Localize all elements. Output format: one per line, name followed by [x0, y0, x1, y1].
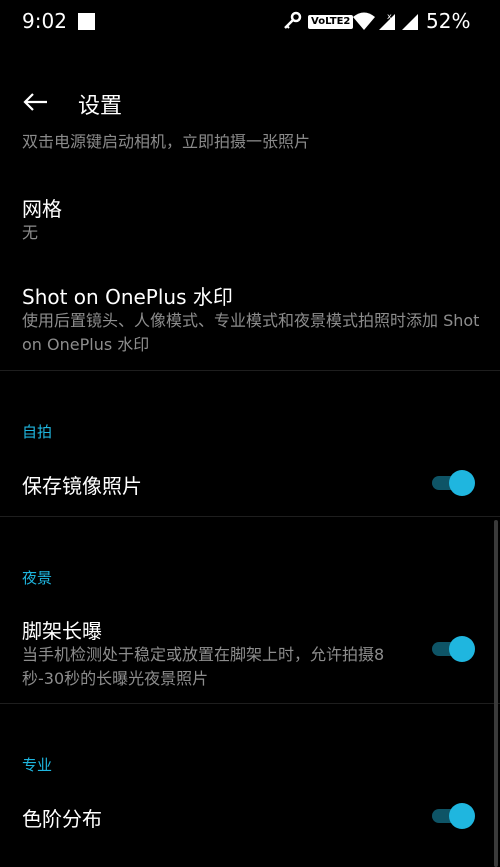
battery-percentage: 52% [426, 9, 471, 33]
toggle-thumb [449, 636, 475, 662]
signal-icon: x [379, 12, 395, 30]
volte-badge: VoLTE2 [308, 15, 354, 29]
watermark-title: Shot on OnePlus 水印 [22, 285, 233, 309]
section-header-night: 夜景 [22, 569, 53, 587]
grid-value: 无 [22, 223, 39, 242]
scrollbar[interactable] [494, 520, 498, 867]
back-button[interactable] [18, 84, 54, 120]
grid-title: 网格 [22, 197, 62, 221]
status-time: 9:02 [22, 9, 67, 33]
signal-icon [402, 14, 418, 30]
app-header: 设置 [0, 44, 500, 134]
watermark-description: 使用后置镜头、人像模式、专业模式和夜景模式拍照时添加 Shot on OnePl… [22, 311, 480, 354]
divider [0, 703, 500, 704]
divider [0, 516, 500, 517]
histogram-title: 色阶分布 [22, 807, 102, 831]
toggle-thumb [449, 803, 475, 829]
tripod-long-exposure-description: 当手机检测处于稳定或放置在脚架上时，允许拍摄8秒-30秒的长曝光夜景照片 [22, 645, 385, 688]
page-title: 设置 [78, 94, 123, 119]
status-bar: 9:02 VoLTE2 x 52% [0, 0, 500, 44]
tripod-long-exposure-title: 脚架长曝 [22, 619, 102, 643]
toggle-thumb [449, 470, 475, 496]
key-icon [284, 11, 302, 29]
section-header-selfie: 自拍 [22, 423, 53, 441]
histogram-toggle[interactable] [430, 803, 476, 829]
square-notification-icon [78, 13, 95, 30]
tripod-long-exposure-toggle[interactable] [430, 636, 476, 662]
svg-text:x: x [387, 12, 392, 21]
mirror-photo-toggle[interactable] [430, 470, 476, 496]
divider [0, 370, 500, 371]
section-header-pro: 专业 [22, 756, 53, 774]
mirror-photo-title: 保存镜像照片 [22, 474, 142, 498]
wifi-icon [353, 12, 375, 30]
arrow-left-icon [23, 93, 47, 111]
